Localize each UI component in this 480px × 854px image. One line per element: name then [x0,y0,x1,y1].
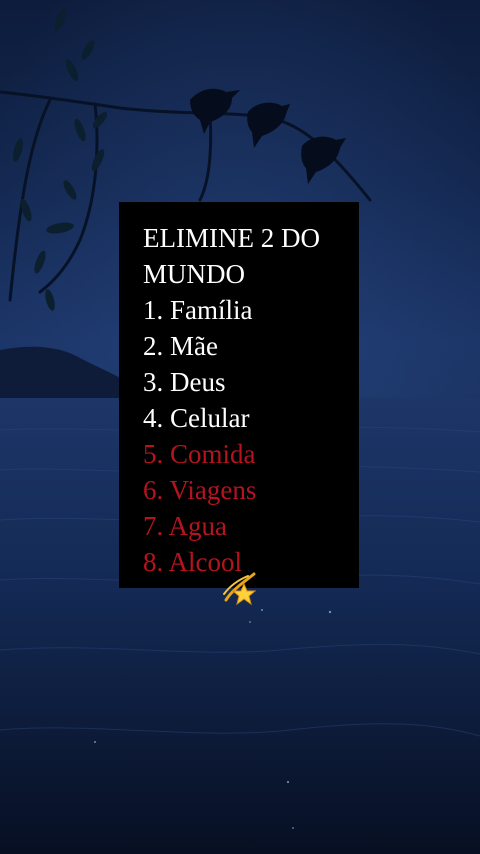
list-item-3: 3. Deus [143,367,226,397]
list-item-2: 2. Mãe [143,331,218,361]
list-item-4: 4. Celular [143,403,250,433]
list-item-5: 5. Comida [143,439,256,469]
list-item-7: 7. Agua [143,511,227,541]
list-item-1: 1. Família [143,295,253,325]
list-item-6: 6. Viagens [143,475,257,505]
dizzy-star-emoji-icon [223,572,257,606]
post-title: ELIMINE 2 DO MUNDO [143,223,320,289]
text-overlay-box: ELIMINE 2 DO MUNDO 1. Família 2. Mãe 3. … [119,202,359,588]
